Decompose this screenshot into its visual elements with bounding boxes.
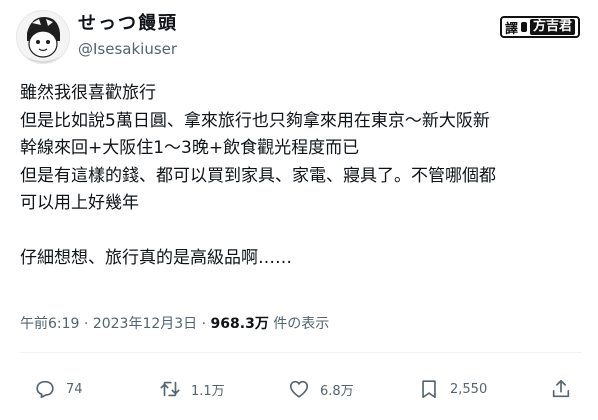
divider <box>20 352 582 353</box>
translator-watermark: 譯 方吉君 <box>499 16 580 38</box>
tweet-meta: 午前6:19 · 2023年12月3日 · 968.3万 件の表示 <box>20 314 329 334</box>
user-name-block: せっつ饅頭 @Isesakiuser <box>78 12 178 60</box>
bookmark-count: 2,550 <box>450 381 488 397</box>
like-count: 6.8万 <box>320 383 354 399</box>
watermark-name: 方吉君 <box>529 19 575 35</box>
retweet-icon <box>160 381 180 397</box>
share-icon <box>552 379 570 398</box>
tweet-text: 雖然我很喜歡旅行 但是比如說5萬日圓、拿來旅行也只夠拿來用在東京〜新大阪新 幹線… <box>20 83 496 268</box>
retweet-button[interactable]: 1.1万 <box>159 372 225 406</box>
tweet-date[interactable]: 2023年12月3日 <box>93 316 197 332</box>
avatar-illustration-icon <box>17 11 69 63</box>
meta-separator: · <box>201 316 207 332</box>
user-handle[interactable]: @Isesakiuser <box>78 38 178 60</box>
share-button[interactable] <box>550 372 572 406</box>
views-label: 件の表示 <box>273 316 330 332</box>
watermark-prefix: 譯 <box>504 21 518 37</box>
retweet-count: 1.1万 <box>191 383 225 399</box>
avatar[interactable] <box>16 10 70 64</box>
reply-button[interactable]: 74 <box>34 372 83 406</box>
meta-separator: · <box>83 316 89 332</box>
reply-icon <box>36 380 54 399</box>
watermark-separator-icon <box>520 22 527 32</box>
bookmark-button[interactable]: 2,550 <box>418 372 487 406</box>
views-count: 968.3万 <box>210 316 269 332</box>
tweet-time[interactable]: 午前6:19 <box>20 316 79 332</box>
bookmark-icon <box>422 380 436 399</box>
like-icon <box>289 380 309 398</box>
action-bar: 74 1.1万 6.8万 2,550 <box>20 372 582 406</box>
display-name[interactable]: せっつ饅頭 <box>78 12 178 36</box>
tweet-header: せっつ饅頭 @Isesakiuser 譯 方吉君 <box>16 10 582 66</box>
like-button[interactable]: 6.8万 <box>288 372 354 406</box>
reply-count: 74 <box>66 381 83 397</box>
watermark-badge: 譯 方吉君 <box>499 16 580 38</box>
